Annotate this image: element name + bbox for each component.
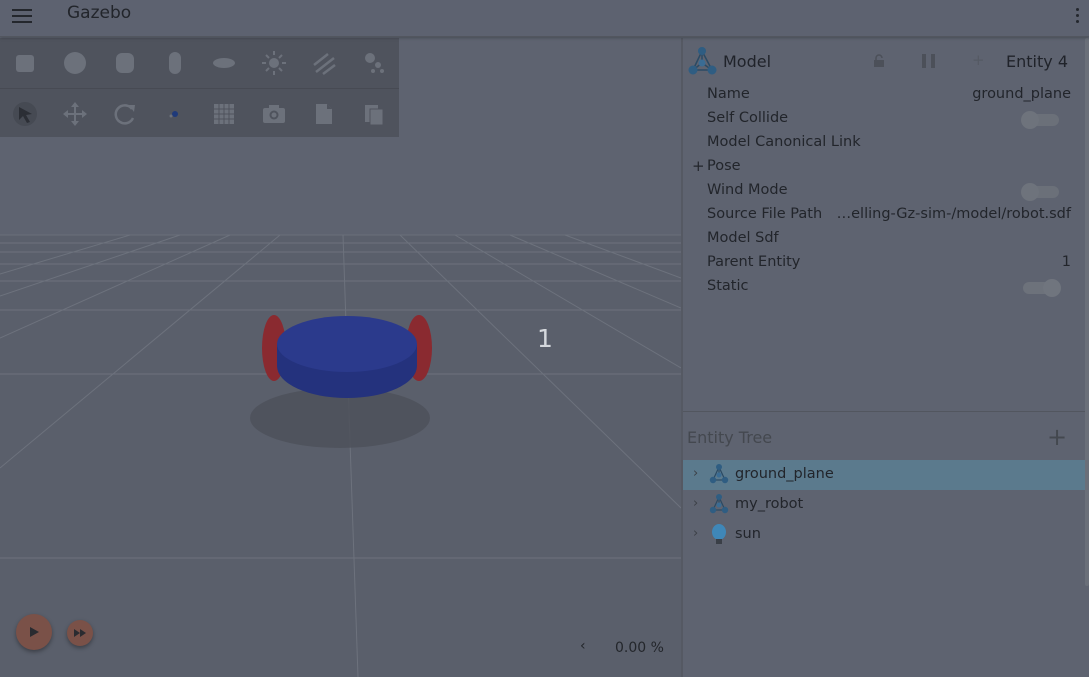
- model-icon: [708, 494, 730, 520]
- capsule-shape-tool[interactable]: [150, 38, 200, 87]
- kebab-menu-icon[interactable]: [1073, 5, 1081, 27]
- rotate-mode-icon: [114, 103, 135, 125]
- hamburger-menu-icon[interactable]: [12, 5, 34, 25]
- transform-settings-icon: [169, 110, 178, 117]
- copy-tool[interactable]: [299, 89, 349, 138]
- step-button[interactable]: [67, 620, 93, 646]
- chevron-right-icon[interactable]: ›: [693, 466, 698, 481]
- lock-icon[interactable]: [872, 54, 886, 68]
- screenshot-tool[interactable]: [249, 89, 299, 138]
- point-light-tool[interactable]: [249, 38, 299, 87]
- rtf-expand-chevron[interactable]: ‹: [580, 638, 586, 654]
- property-label: Parent Entity: [707, 254, 801, 270]
- spot-light-tool[interactable]: [349, 38, 399, 87]
- transform-settings-tool[interactable]: [150, 89, 200, 138]
- property-row-model-canonical-link: Model Canonical Link: [683, 132, 1089, 156]
- model-icon: [708, 464, 730, 490]
- property-label: Name: [707, 86, 750, 102]
- copy-icon: [316, 103, 333, 124]
- sphere-shape-tool[interactable]: [50, 38, 100, 87]
- right-panel: Model + Entity 4 Name ground_plane Self Co…: [683, 38, 1089, 677]
- property-value: …elling-Gz-sim-/model/robot.sdf: [836, 206, 1071, 222]
- property-row-name: Name ground_plane: [683, 84, 1089, 108]
- panel-divider: [683, 411, 1089, 412]
- property-value: 1: [1061, 254, 1071, 270]
- property-row-model-sdf: Model Sdf: [683, 228, 1089, 252]
- self-collide-toggle[interactable]: [1021, 111, 1059, 129]
- entity-tree-title: Entity Tree: [687, 428, 773, 447]
- box-shape-icon: [15, 54, 34, 72]
- select-mode-icon: [12, 101, 37, 126]
- fast-forward-icon: [74, 629, 86, 637]
- play-button[interactable]: [16, 614, 52, 650]
- panel-scrollbar[interactable]: [1085, 38, 1089, 586]
- scene-3d-viewport[interactable]: 1 ‹ 0.00 %: [0, 38, 681, 677]
- select-mode-tool[interactable]: [0, 89, 50, 138]
- shapes-toolbar: [0, 38, 399, 137]
- static-toggle[interactable]: [1023, 279, 1061, 297]
- grid-config-tool[interactable]: [200, 89, 250, 138]
- cylinder-shape-tool[interactable]: [100, 38, 150, 87]
- screenshot-icon: [263, 104, 286, 123]
- app-title: Gazebo: [67, 3, 132, 23]
- translate-mode-tool[interactable]: [50, 89, 100, 138]
- play-icon: [30, 627, 39, 637]
- add-component-icon[interactable]: +: [972, 51, 985, 69]
- paste-tool[interactable]: [349, 89, 399, 138]
- light-bulb-icon: [708, 524, 730, 550]
- directional-light-icon: [313, 52, 336, 75]
- property-label: Pose: [707, 158, 741, 174]
- point-light-icon: [262, 50, 287, 75]
- real-time-factor: 0.00 %: [615, 640, 664, 656]
- property-row-source-file-path: Source File Path …elling-Gz-sim-/model/ro…: [683, 204, 1089, 228]
- chevron-right-icon[interactable]: ›: [693, 526, 698, 541]
- directional-light-tool[interactable]: [299, 38, 349, 87]
- entity-id-overlay: 1: [537, 324, 553, 353]
- tree-item-label: sun: [735, 526, 761, 542]
- cylinder-shape-icon: [115, 52, 134, 73]
- component-inspector-header: Model + Entity 4: [683, 38, 1089, 84]
- tree-item-ground-plane[interactable]: › ground_plane: [683, 460, 1089, 490]
- add-entity-icon[interactable]: +: [1047, 423, 1067, 451]
- spot-light-icon: [365, 52, 385, 73]
- property-value: ground_plane: [972, 86, 1071, 102]
- wind-mode-toggle[interactable]: [1021, 183, 1059, 201]
- entity-id: Entity 4: [1006, 52, 1068, 71]
- property-row-pose[interactable]: + Pose: [683, 156, 1089, 180]
- tree-item-sun[interactable]: › sun: [683, 520, 1089, 550]
- rotate-mode-tool[interactable]: [100, 89, 150, 138]
- property-label: Wind Mode: [707, 182, 788, 198]
- capsule-shape-icon: [168, 51, 181, 74]
- component-type-label: Model: [723, 52, 772, 71]
- ellipsoid-shape-tool[interactable]: [200, 38, 250, 87]
- translate-mode-icon: [62, 101, 87, 126]
- expand-icon[interactable]: +: [692, 157, 705, 175]
- pause-updates-icon[interactable]: [920, 53, 938, 69]
- property-label: Self Collide: [707, 110, 789, 126]
- sphere-shape-icon: [63, 51, 86, 74]
- tree-item-label: my_robot: [735, 496, 804, 512]
- chevron-right-icon[interactable]: ›: [693, 496, 698, 511]
- tree-item-my-robot[interactable]: › my_robot: [683, 490, 1089, 520]
- property-label: Model Sdf: [707, 230, 779, 246]
- ellipsoid-shape-icon: [213, 57, 236, 68]
- property-label: Static: [707, 278, 749, 294]
- title-bar: Gazebo: [0, 0, 1089, 37]
- property-row-self-collide: Self Collide: [683, 108, 1089, 132]
- box-shape-tool[interactable]: [0, 38, 50, 87]
- grid-config-icon: [214, 103, 235, 124]
- tree-item-label: ground_plane: [735, 466, 834, 482]
- property-label: Model Canonical Link: [707, 134, 861, 150]
- property-row-parent-entity: Parent Entity 1: [683, 252, 1089, 276]
- property-row-wind-mode: Wind Mode: [683, 180, 1089, 204]
- property-row-static: Static: [683, 276, 1089, 300]
- model-icon: [688, 47, 717, 75]
- paste-icon: [365, 104, 384, 125]
- property-label: Source File Path: [707, 206, 823, 222]
